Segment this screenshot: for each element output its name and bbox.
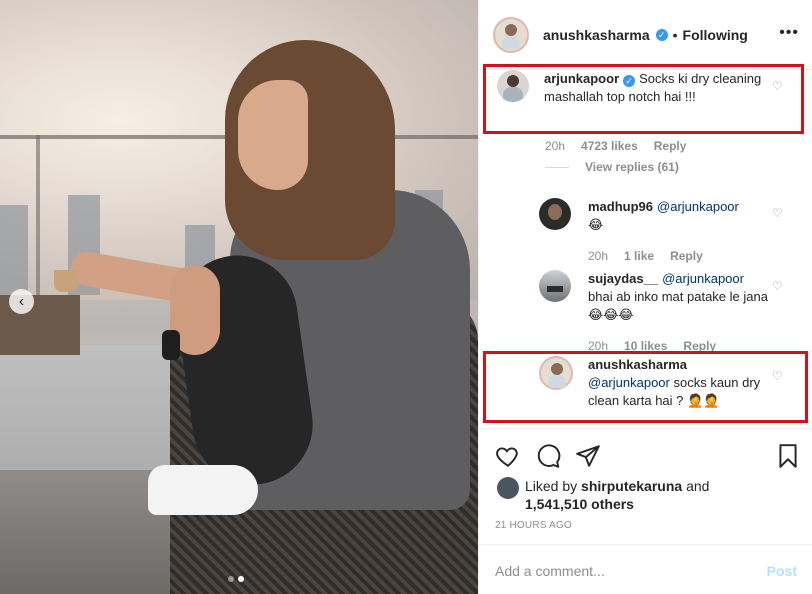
comment-meta: 20h 10 likes Reply xyxy=(588,339,732,353)
comment-username[interactable]: madhup96 xyxy=(588,199,653,214)
add-comment-input[interactable] xyxy=(495,563,755,579)
view-replies-label: View replies (61) xyxy=(585,160,679,174)
carousel-prev-button[interactable]: ‹ xyxy=(9,289,34,314)
post-comment-button[interactable]: Post xyxy=(767,563,797,579)
liker-username[interactable]: shirputekaruna xyxy=(581,478,682,494)
bookmark-icon[interactable] xyxy=(775,443,801,469)
verified-badge-icon: ✓ xyxy=(623,75,636,87)
liked-by-and: and xyxy=(686,478,710,494)
comment-text: 😂 xyxy=(588,217,604,232)
comment-text: bhai ab inko mat patake le jana 😂😂😂 xyxy=(588,289,768,322)
reply-comment: anushkasharma @arjunkapoor socks kaun dr… xyxy=(539,356,779,410)
author-username[interactable]: anushkasharma xyxy=(543,27,650,43)
reply-comment: sujaydas__ @arjunkapoor bhai ab inko mat … xyxy=(539,270,779,324)
comment-body: anushkasharma @arjunkapoor socks kaun dr… xyxy=(588,356,768,410)
post-header: anushkasharma ✓ • Following ••• xyxy=(479,0,812,70)
action-bar xyxy=(479,428,812,480)
comment-username[interactable]: arjunkapoor xyxy=(544,71,619,86)
comment-time: 20h xyxy=(588,249,609,263)
liked-by-text: Liked by shirputekaruna and 1,541,510 ot… xyxy=(525,477,709,513)
post-photo[interactable]: ‹ xyxy=(0,0,478,594)
comment-likes[interactable]: 10 likes xyxy=(624,339,667,353)
carousel-dots xyxy=(228,576,244,582)
reply-comment: madhup96 @arjunkapoor 😂 xyxy=(539,198,779,234)
view-replies-button[interactable]: View replies (61) xyxy=(545,160,679,174)
comment-like-heart-icon[interactable]: ♡ xyxy=(772,280,784,292)
carousel-dot-active xyxy=(238,576,244,582)
comment-like-heart-icon[interactable]: ♡ xyxy=(772,370,784,382)
reply-button[interactable]: Reply xyxy=(654,139,687,153)
comment-username[interactable]: anushkasharma xyxy=(588,357,687,372)
header-separator: • xyxy=(672,26,678,43)
photo-railing-post xyxy=(36,135,40,305)
comment-time: 20h xyxy=(588,339,609,353)
photo-sock xyxy=(148,465,258,515)
liker-avatar[interactable] xyxy=(497,477,519,499)
commenter-avatar[interactable] xyxy=(539,356,573,390)
post-timestamp[interactable]: 21 HOURS AGO xyxy=(495,520,572,531)
comment: arjunkapoor ✓ Socks ki dry cleaning mashal… xyxy=(497,70,787,106)
likes-count[interactable]: 1,541,510 others xyxy=(525,496,634,512)
following-button[interactable]: Following xyxy=(683,27,748,43)
verified-badge-icon: ✓ xyxy=(655,28,668,41)
comment-mention[interactable]: @arjunkapoor xyxy=(588,375,670,390)
liked-by-prefix: Liked by xyxy=(525,478,578,494)
photo-watch xyxy=(162,330,180,360)
heart-icon[interactable] xyxy=(495,443,521,469)
comment-likes[interactable]: 1 like xyxy=(624,249,654,263)
photo-face xyxy=(238,80,308,190)
reply-button[interactable]: Reply xyxy=(683,339,716,353)
comment-mention[interactable]: @arjunkapoor xyxy=(657,199,739,214)
comment-mention[interactable]: @arjunkapoor xyxy=(662,271,744,286)
comment-time: 20h xyxy=(545,139,566,153)
comment-body: madhup96 @arjunkapoor 😂 xyxy=(588,198,739,234)
carousel-dot xyxy=(228,576,234,582)
liked-by: Liked by shirputekaruna and 1,541,510 ot… xyxy=(497,477,709,513)
commenter-avatar[interactable] xyxy=(497,70,529,102)
post-sidebar: anushkasharma ✓ • Following ••• arjunkap… xyxy=(478,0,812,594)
comment-likes[interactable]: 4723 likes xyxy=(581,139,638,153)
comment-meta: 20h 1 like Reply xyxy=(588,249,719,263)
comment-body: sujaydas__ @arjunkapoor bhai ab inko mat … xyxy=(588,270,768,324)
photo-cup xyxy=(54,270,78,292)
comment-body: arjunkapoor ✓ Socks ki dry cleaning mashal… xyxy=(544,70,787,106)
commenter-avatar[interactable] xyxy=(539,198,571,230)
commenter-avatar[interactable] xyxy=(539,270,571,302)
more-options-icon[interactable]: ••• xyxy=(779,25,799,41)
comment-like-heart-icon[interactable]: ♡ xyxy=(772,207,784,219)
author-avatar[interactable] xyxy=(493,16,529,53)
comment-username[interactable]: sujaydas__ xyxy=(588,271,658,286)
share-icon[interactable] xyxy=(575,443,601,469)
add-comment-bar: Post xyxy=(479,544,812,594)
comment-icon[interactable] xyxy=(535,443,561,469)
comment-meta: 20h 4723 likes Reply xyxy=(545,139,702,153)
comment-like-heart-icon[interactable]: ♡ xyxy=(772,80,784,92)
photo-building xyxy=(0,205,28,295)
reply-button[interactable]: Reply xyxy=(670,249,703,263)
